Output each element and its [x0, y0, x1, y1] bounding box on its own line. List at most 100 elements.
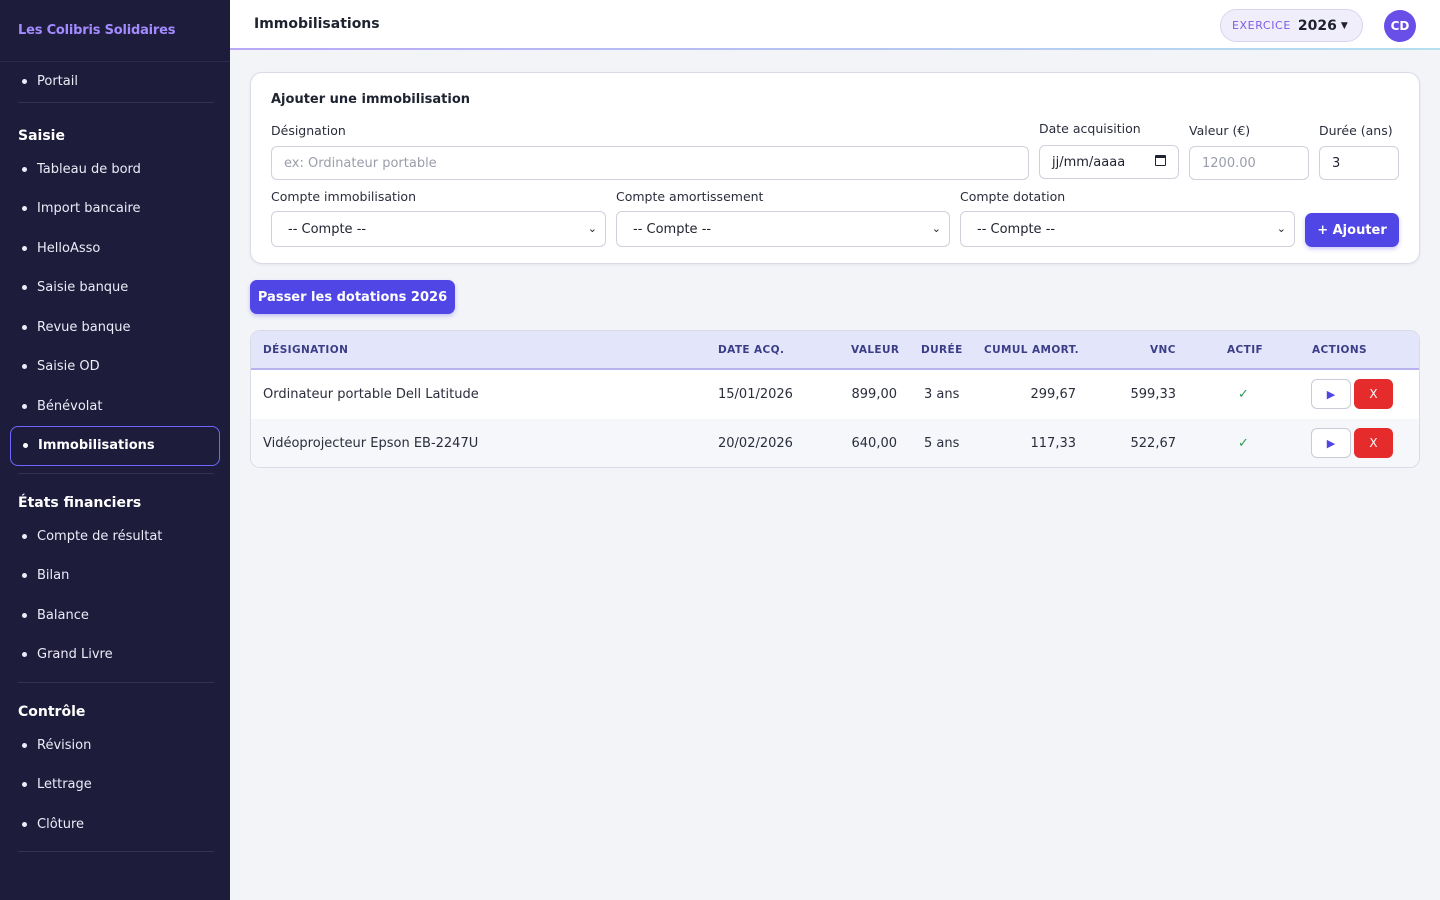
table-row: Ordinateur portable Dell Latitude 15/01/…	[251, 370, 1419, 419]
compte-dotation-select[interactable]: -- Compte -- ⌄	[960, 211, 1295, 247]
delete-button[interactable]: X	[1354, 379, 1393, 409]
bullet-icon	[23, 443, 28, 449]
brand-name[interactable]: Les Colibris Solidaires	[0, 0, 230, 62]
sidebar-item-label: Tableau de bord	[37, 161, 141, 177]
sidebar-item-label: Revue banque	[37, 319, 131, 335]
bullet-icon	[22, 324, 27, 330]
play-button[interactable]: ▶	[1311, 379, 1351, 409]
valeur-input[interactable]: 1200.00	[1189, 146, 1309, 180]
designation-label: Désignation	[271, 123, 346, 138]
cell-date: 15/01/2026	[718, 387, 793, 402]
sidebar-item-label: Compte de résultat	[37, 528, 163, 544]
col-cumul: CUMUL AMORT.	[984, 344, 1080, 356]
sidebar-item-saisie-banque[interactable]: Saisie banque	[0, 268, 230, 308]
cell-cumul: 299,67	[1030, 387, 1077, 402]
select-value: -- Compte --	[977, 221, 1056, 237]
check-icon: ✓	[1238, 387, 1249, 402]
duree-input[interactable]: 3	[1319, 146, 1399, 180]
date-placeholder: jj/mm/aaaa	[1052, 154, 1126, 170]
table-header: DÉSIGNATION DATE ACQ. VALEUR DURÉE CUMUL…	[251, 331, 1419, 370]
bullet-icon	[22, 166, 27, 172]
col-actif: ACTIF	[1227, 344, 1264, 356]
cell-valeur: 899,00	[851, 387, 898, 402]
section-title-saisie: Saisie	[18, 127, 65, 144]
bullet-icon	[22, 403, 27, 409]
sidebar-item-cloture[interactable]: Clôture	[0, 805, 230, 845]
cell-vnc: 599,33	[1130, 387, 1177, 402]
check-icon: ✓	[1238, 436, 1249, 451]
designation-placeholder: ex: Ordinateur portable	[284, 155, 437, 171]
page-title: Immobilisations	[254, 16, 380, 32]
sidebar-item-label: Balance	[37, 607, 89, 623]
sidebar-item-label: Révision	[37, 737, 92, 753]
col-duree: DURÉE	[921, 344, 963, 356]
sidebar-item-label: Saisie OD	[37, 359, 100, 375]
add-asset-button[interactable]: + Ajouter	[1305, 213, 1399, 247]
sidebar-item-helloasso[interactable]: HelloAsso	[0, 229, 230, 269]
cell-designation: Ordinateur portable Dell Latitude	[263, 387, 479, 402]
sidebar-item-compte-de-resultat[interactable]: Compte de résultat	[0, 517, 230, 557]
play-button[interactable]: ▶	[1311, 428, 1351, 458]
sidebar-item-label: Bilan	[37, 568, 70, 584]
valeur-placeholder: 1200.00	[1202, 155, 1256, 171]
table-row: Vidéoprojecteur Epson EB-2247U 20/02/202…	[251, 419, 1419, 467]
sidebar-item-label: Import bancaire	[37, 201, 141, 217]
bullet-icon	[22, 742, 27, 748]
col-date: DATE ACQ.	[718, 344, 785, 356]
delete-button[interactable]: X	[1354, 428, 1393, 458]
bullet-icon	[22, 285, 27, 291]
compte-dotation-label: Compte dotation	[960, 189, 1066, 204]
sidebar-item-benevolat[interactable]: Bénévolat	[0, 387, 230, 427]
section-title-etats-financiers: États financiers	[18, 494, 142, 511]
sidebar-item-grand-livre[interactable]: Grand Livre	[0, 635, 230, 675]
sidebar-item-label: Clôture	[37, 816, 85, 832]
col-vnc: VNC	[1150, 344, 1176, 356]
topbar-divider	[230, 48, 1440, 50]
bullet-icon	[22, 652, 27, 658]
chevron-down-icon: ⌄	[931, 222, 941, 235]
sidebar-item-portail[interactable]: Portail	[0, 62, 230, 102]
exercice-year: 2026	[1297, 17, 1337, 34]
sidebar-item-immobilisations[interactable]: Immobilisations	[10, 426, 220, 466]
select-value: -- Compte --	[288, 221, 367, 237]
exercice-selector[interactable]: EXERCICE 2026 ▼	[1220, 9, 1363, 42]
assets-table: DÉSIGNATION DATE ACQ. VALEUR DURÉE CUMUL…	[250, 330, 1420, 468]
cell-valeur: 640,00	[851, 436, 898, 451]
cell-duree: 5 ans	[924, 436, 960, 451]
form-title: Ajouter une immobilisation	[271, 92, 471, 107]
sidebar-item-tableau-de-bord[interactable]: Tableau de bord	[0, 150, 230, 190]
passer-dotations-button[interactable]: Passer les dotations 2026	[250, 280, 455, 314]
bullet-icon	[22, 79, 27, 85]
avatar[interactable]: CD	[1384, 10, 1416, 42]
date-acquisition-label: Date acquisition	[1039, 121, 1141, 136]
sidebar-item-label: Portail	[37, 74, 78, 90]
cell-duree: 3 ans	[924, 387, 960, 402]
sidebar-item-label: Immobilisations	[38, 438, 155, 454]
bullet-icon	[22, 782, 27, 788]
bullet-icon	[22, 206, 27, 212]
compte-amortissement-label: Compte amortissement	[616, 189, 764, 204]
bullet-icon	[22, 364, 27, 370]
add-asset-form: Ajouter une immobilisation Désignation e…	[250, 72, 1420, 264]
sidebar-item-label: Saisie banque	[37, 280, 129, 296]
sidebar-item-revision[interactable]: Révision	[0, 726, 230, 766]
sidebar-item-bilan[interactable]: Bilan	[0, 556, 230, 596]
bullet-icon	[22, 573, 27, 579]
duree-label: Durée (ans)	[1319, 123, 1393, 138]
calendar-icon[interactable]	[1155, 155, 1166, 166]
cell-designation: Vidéoprojecteur Epson EB-2247U	[263, 436, 479, 451]
sidebar-item-import-bancaire[interactable]: Import bancaire	[0, 189, 230, 229]
date-acquisition-input[interactable]: jj/mm/aaaa	[1039, 145, 1179, 179]
cell-vnc: 522,67	[1130, 436, 1177, 451]
sidebar-item-balance[interactable]: Balance	[0, 596, 230, 636]
compte-amortissement-select[interactable]: -- Compte -- ⌄	[616, 211, 950, 247]
sidebar-item-label: Lettrage	[37, 777, 92, 793]
sidebar-item-saisie-od[interactable]: Saisie OD	[0, 347, 230, 387]
chevron-down-icon: ⌄	[1276, 222, 1286, 235]
compte-immobilisation-select[interactable]: -- Compte -- ⌄	[271, 211, 606, 247]
sidebar-item-revue-banque[interactable]: Revue banque	[0, 308, 230, 348]
exercice-label: EXERCICE	[1232, 19, 1291, 32]
divider	[18, 851, 214, 852]
sidebar-item-lettrage[interactable]: Lettrage	[0, 765, 230, 805]
designation-input[interactable]: ex: Ordinateur portable	[271, 146, 1029, 180]
